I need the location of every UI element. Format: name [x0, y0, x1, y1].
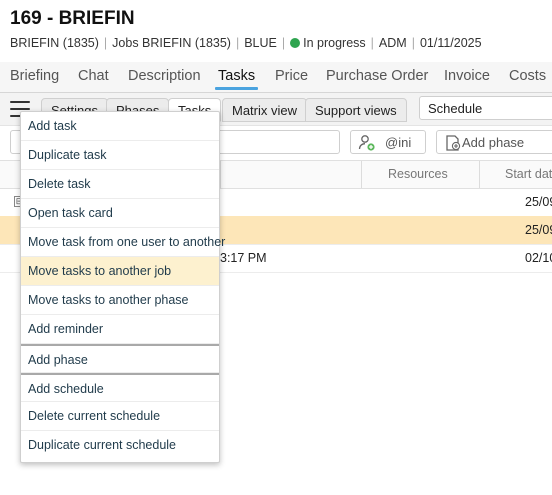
user-add-icon [358, 135, 375, 151]
status-label: In progress [303, 36, 366, 50]
client-label: BRIEFIN (1835) [10, 36, 99, 50]
user-label: ADM [378, 36, 407, 50]
add-phase-input[interactable]: Add phase [436, 130, 552, 154]
tab-price[interactable]: Price [275, 68, 308, 84]
tab-purchase-order[interactable]: Purchase Order [326, 68, 428, 84]
menu-item-add-task[interactable]: Add task [21, 112, 219, 141]
user-filter[interactable]: @ini [350, 130, 426, 154]
tasks-context-menu: Add task Duplicate task Delete task Open… [20, 111, 225, 463]
view-matrix[interactable]: Matrix view [222, 98, 308, 122]
user-filter-value: @ini [385, 135, 412, 150]
date-label: 01/11/2025 [419, 36, 482, 50]
tab-invoice[interactable]: Invoice [444, 68, 490, 84]
menu-item-delete-task[interactable]: Delete task [21, 170, 219, 199]
menu-item-delete-schedule[interactable]: Delete current schedule [21, 402, 219, 431]
start-date-cell: 25/09 [525, 195, 552, 209]
menu-item-add-phase[interactable]: Add phase [21, 344, 219, 373]
job-title: 169 - BRIEFIN [10, 8, 135, 29]
time-cell: 3:17 PM [220, 251, 267, 265]
menu-item-move-tasks-phase[interactable]: Move tasks to another phase [21, 286, 219, 315]
menu-item-duplicate-schedule[interactable]: Duplicate current schedule [21, 431, 219, 460]
tab-description[interactable]: Description [128, 68, 201, 84]
tab-briefing[interactable]: Briefing [10, 68, 59, 84]
job-tabs: Briefing Chat Description Tasks Price Pu… [0, 62, 552, 93]
job-meta: BRIEFIN (1835) | Jobs BRIEFIN (1835) | BLUE |… [10, 36, 482, 50]
column-divider [479, 161, 480, 188]
column-divider [220, 161, 221, 188]
start-date-cell: 02/10 [525, 251, 552, 265]
menu-item-add-schedule[interactable]: Add schedule [21, 373, 219, 402]
column-divider [361, 161, 362, 188]
color-label: BLUE [244, 36, 277, 50]
menu-item-open-task-card[interactable]: Open task card [21, 199, 219, 228]
menu-item-duplicate-task[interactable]: Duplicate task [21, 141, 219, 170]
status-dot-icon [290, 38, 301, 48]
add-phase-placeholder: Add phase [462, 135, 525, 150]
view-support[interactable]: Support views [305, 98, 407, 122]
tab-costs[interactable]: Costs [509, 68, 546, 84]
schedule-select[interactable]: Schedule [419, 96, 552, 120]
column-start-date[interactable]: Start dat [505, 167, 552, 181]
tab-tasks[interactable]: Tasks [214, 68, 259, 90]
jobs-link[interactable]: Jobs BRIEFIN (1835) [112, 36, 231, 50]
phase-add-icon [446, 135, 461, 151]
menu-item-move-task-user[interactable]: Move task from one user to another [21, 228, 225, 257]
column-resources[interactable]: Resources [388, 167, 448, 181]
start-date-cell: 25/09 [525, 223, 552, 237]
menu-item-move-tasks-job[interactable]: Move tasks to another job [21, 257, 219, 286]
menu-item-add-reminder[interactable]: Add reminder [21, 315, 219, 344]
tab-chat[interactable]: Chat [78, 68, 109, 84]
